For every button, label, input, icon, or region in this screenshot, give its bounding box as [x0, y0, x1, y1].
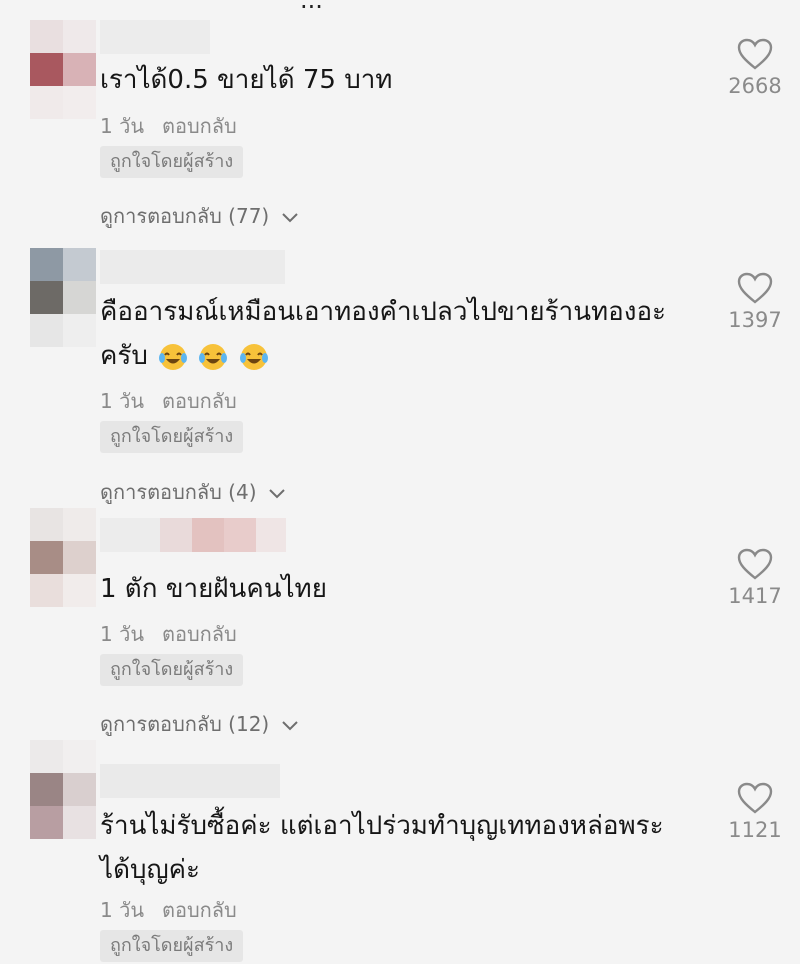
like-button[interactable]: 1417 [720, 548, 790, 608]
username-blurred[interactable] [100, 518, 160, 552]
reply-button[interactable]: ตอบกลับ [162, 898, 237, 922]
liked-by-creator-badge: ถูกใจโดยผู้สร้าง [100, 930, 244, 962]
reply-button[interactable]: ตอบกลับ [162, 114, 237, 138]
reply-button[interactable]: ตอบกลับ [162, 389, 237, 413]
comment-text: เราได้0.5 ขายได้ 75 บาท [100, 65, 393, 95]
comment-meta: 1 วัน ตอบกลับ [100, 110, 237, 142]
like-count: 1397 [728, 308, 782, 332]
comment-text: ร้านไม่รับซื้อค่ะ แต่เอาไปร่วมทำบุญเททอง… [100, 804, 700, 892]
chevron-down-icon [269, 488, 285, 498]
face-with-tears-of-joy-icon [156, 341, 269, 371]
liked-by-creator-badge: ถูกใจโดยผู้สร้าง [100, 146, 244, 178]
chevron-down-icon [281, 720, 298, 730]
comment-text-line2: ครับ [100, 334, 700, 378]
view-replies-button[interactable]: ดูการตอบกลับ (4) [100, 476, 285, 508]
comment-age: 1 วัน [100, 622, 144, 646]
like-count: 1417 [728, 584, 782, 608]
chevron-down-icon [281, 212, 298, 222]
like-button[interactable]: 1397 [720, 272, 790, 332]
avatar[interactable] [30, 20, 96, 140]
comment-meta: 1 วัน ตอบกลับ [100, 894, 237, 926]
username-blurred[interactable] [100, 250, 285, 284]
reply-button[interactable]: ตอบกลับ [162, 622, 237, 646]
cut-off-previous-text: ... [300, 0, 323, 14]
comment-text: 1 ตัก ขายฝันคนไทย [100, 574, 327, 604]
view-replies-label: ดูการตอบกลับ (4) [100, 480, 257, 504]
view-replies-label: ดูการตอบกลับ (77) [100, 204, 270, 228]
like-button[interactable]: 1121 [720, 782, 790, 842]
comment-meta: 1 วัน ตอบกลับ [100, 618, 237, 650]
comment-age: 1 วัน [100, 389, 144, 413]
view-replies-button[interactable]: ดูการตอบกลับ (77) [100, 200, 298, 232]
liked-by-creator-badge: ถูกใจโดยผู้สร้าง [100, 421, 244, 453]
like-count: 2668 [728, 74, 782, 98]
avatar[interactable] [30, 248, 96, 368]
view-replies-button[interactable]: ดูการตอบกลับ (12) [100, 708, 298, 740]
comment-text-line1: คืออารมณ์เหมือนเอาทองคำเปลวไปขายร้านทองอ… [100, 297, 667, 327]
view-replies-label: ดูการตอบกลับ (12) [100, 712, 270, 736]
heart-icon [737, 272, 773, 304]
comment-meta: 1 วัน ตอบกลับ [100, 385, 237, 417]
like-button[interactable]: 2668 [720, 38, 790, 98]
username-blurred[interactable] [100, 764, 280, 798]
liked-by-creator-badge: ถูกใจโดยผู้สร้าง [100, 654, 244, 686]
heart-icon [737, 38, 773, 70]
comment-age: 1 วัน [100, 898, 144, 922]
avatar[interactable] [30, 508, 96, 628]
heart-icon [737, 782, 773, 814]
username-blurred[interactable] [100, 20, 210, 54]
like-count: 1121 [728, 818, 782, 842]
comment-age: 1 วัน [100, 114, 144, 138]
comment-text: คืออารมณ์เหมือนเอาทองคำเปลวไปขายร้านทองอ… [100, 290, 700, 378]
comment-text-line1: ร้านไม่รับซื้อค่ะ แต่เอาไปร่วมทำบุญเททอง… [100, 811, 664, 841]
heart-icon [737, 548, 773, 580]
comment-text-line2: ได้บุญค่ะ [100, 855, 200, 885]
avatar[interactable] [30, 740, 96, 860]
